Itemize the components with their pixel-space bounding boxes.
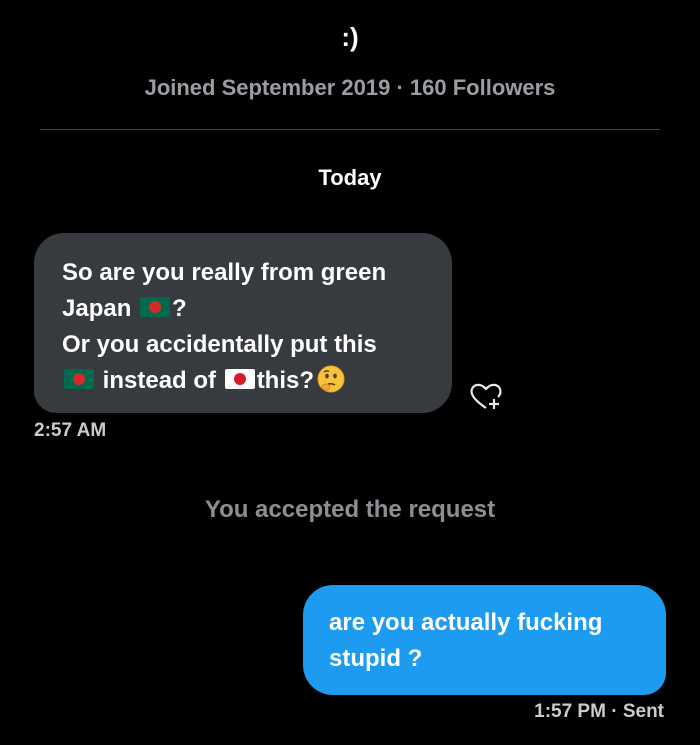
bangladesh-flag-icon bbox=[64, 368, 94, 389]
profile-name: :) bbox=[341, 22, 359, 52]
outgoing-message-status: 1:57 PM · Sent bbox=[534, 701, 664, 723]
divider bbox=[40, 129, 660, 130]
request-accepted-note: You accepted the request bbox=[204, 496, 496, 523]
incoming-message-line-1: So are you really from green bbox=[62, 259, 387, 286]
incoming-message-time: 2:57 AM bbox=[34, 420, 107, 441]
incoming-line-2-end: ? bbox=[172, 295, 187, 322]
bangladesh-flag-icon bbox=[140, 296, 171, 317]
incoming-line-4-text: instead of bbox=[102, 367, 217, 394]
heart-plus-icon[interactable] bbox=[468, 380, 504, 412]
incoming-message-bubble[interactable]: So are you really from green Japan ? Or … bbox=[34, 233, 452, 413]
outgoing-message-line-2: stupid ? bbox=[329, 645, 423, 672]
outgoing-message-time: 1:57 PM bbox=[534, 701, 606, 722]
incoming-message-line-4: instead of this? bbox=[62, 363, 432, 399]
date-label: Today bbox=[318, 165, 382, 190]
sent-status: · Sent bbox=[611, 701, 664, 722]
japan-flag-icon bbox=[224, 368, 255, 389]
incoming-line-4-end: this? bbox=[256, 367, 315, 394]
incoming-message-line-2: Japan ? bbox=[62, 291, 432, 327]
thinking-face-icon bbox=[317, 365, 345, 393]
outgoing-message-bubble[interactable]: are you actually fucking stupid ? bbox=[303, 585, 666, 695]
incoming-line-2-text: Japan bbox=[62, 295, 132, 322]
incoming-message-line-3: Or you accidentally put this bbox=[62, 331, 377, 358]
outgoing-message-line-1: are you actually fucking bbox=[329, 609, 603, 636]
profile-meta: Joined September 2019 · 160 Followers bbox=[144, 75, 556, 100]
